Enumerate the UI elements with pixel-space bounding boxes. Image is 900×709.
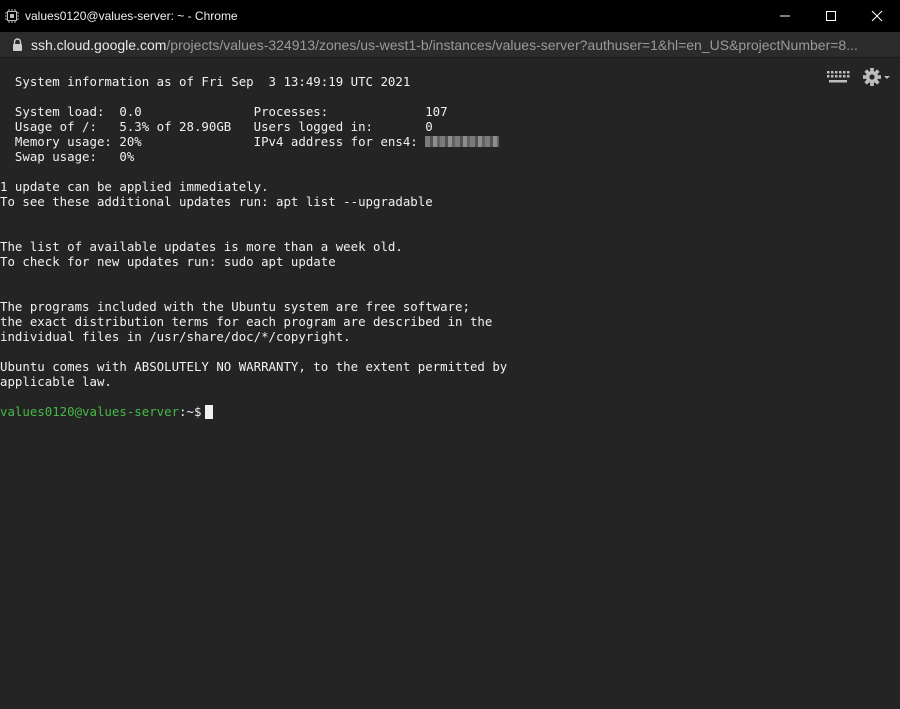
gear-icon[interactable] [862,66,890,88]
terminal-line-text: Ubuntu comes with ABSOLUTELY NO WARRANTY… [0,359,508,374]
prompt-path: :~$ [179,404,202,419]
redacted-ip-address [425,136,500,147]
terminal-line: Ubuntu comes with ABSOLUTELY NO WARRANTY… [0,359,507,374]
minimize-button[interactable] [762,0,808,32]
url-text[interactable]: ssh.cloud.google.com/projects/values-324… [31,37,858,53]
terminal-line: Swap usage: 0% [0,149,507,164]
terminal-line-text: Memory usage: 20% IPv4 address for ens4: [0,134,426,149]
terminal-line-text: System load: 0.0 Processes: 107 [0,104,448,119]
terminal-line: the exact distribution terms for each pr… [0,314,507,329]
close-button[interactable] [854,0,900,32]
prompt-user-host: values0120@values-server [0,404,180,419]
terminal-line: applicable law. [0,374,507,389]
window-title: values0120@values-server: ~ - Chrome [25,9,238,23]
terminal-toolbar [826,66,890,88]
terminal-line: individual files in /usr/share/doc/*/cop… [0,329,507,344]
terminal-line-text: To check for new updates run: sudo apt u… [0,254,336,269]
terminal-line-text: individual files in /usr/share/doc/*/cop… [0,329,351,344]
terminal-line-text: To see these additional updates run: apt… [0,194,433,209]
terminal-line: System load: 0.0 Processes: 107 [0,104,507,119]
terminal-line: System information as of Fri Sep 3 13:49… [0,74,507,89]
window-titlebar: values0120@values-server: ~ - Chrome [0,0,900,32]
terminal-line-text: The list of available updates is more th… [0,239,403,254]
terminal-line: To check for new updates run: sudo apt u… [0,254,507,269]
terminal[interactable]: System information as of Fri Sep 3 13:49… [0,58,900,709]
maximize-icon [826,11,836,21]
terminal-line-text: applicable law. [0,374,112,389]
minimize-icon [780,15,790,17]
terminal-line-text: System information as of Fri Sep 3 13:49… [0,74,411,89]
terminal-line: To see these additional updates run: apt… [0,194,507,209]
terminal-prompt[interactable]: values0120@values-server:~$ [0,404,507,419]
address-bar[interactable]: ssh.cloud.google.com/projects/values-324… [0,32,900,58]
terminal-line: 1 update can be applied immediately. [0,179,507,194]
keyboard-icon[interactable] [826,70,850,84]
maximize-button[interactable] [808,0,854,32]
terminal-line: The programs included with the Ubuntu sy… [0,299,507,314]
terminal-line-text: Usage of /: 5.3% of 28.90GB Users logged… [0,119,433,134]
terminal-output: System information as of Fri Sep 3 13:49… [0,74,507,419]
terminal-line: Usage of /: 5.3% of 28.90GB Users logged… [0,119,507,134]
close-icon [871,10,883,22]
url-host: ssh.cloud.google.com [31,36,167,53]
terminal-line: The list of available updates is more th… [0,239,507,254]
terminal-line: Memory usage: 20% IPv4 address for ens4: [0,134,507,149]
terminal-line-text: 1 update can be applied immediately. [0,179,269,194]
url-path: /projects/values-324913/zones/us-west1-b… [166,36,858,53]
terminal-chip-icon [5,9,19,23]
lock-icon [13,38,22,51]
terminal-line-text: The programs included with the Ubuntu sy… [0,299,470,314]
terminal-line-text: Swap usage: 0% [0,149,135,164]
window-controls [762,0,900,32]
text-cursor [205,405,214,419]
terminal-line-text: the exact distribution terms for each pr… [0,314,493,329]
